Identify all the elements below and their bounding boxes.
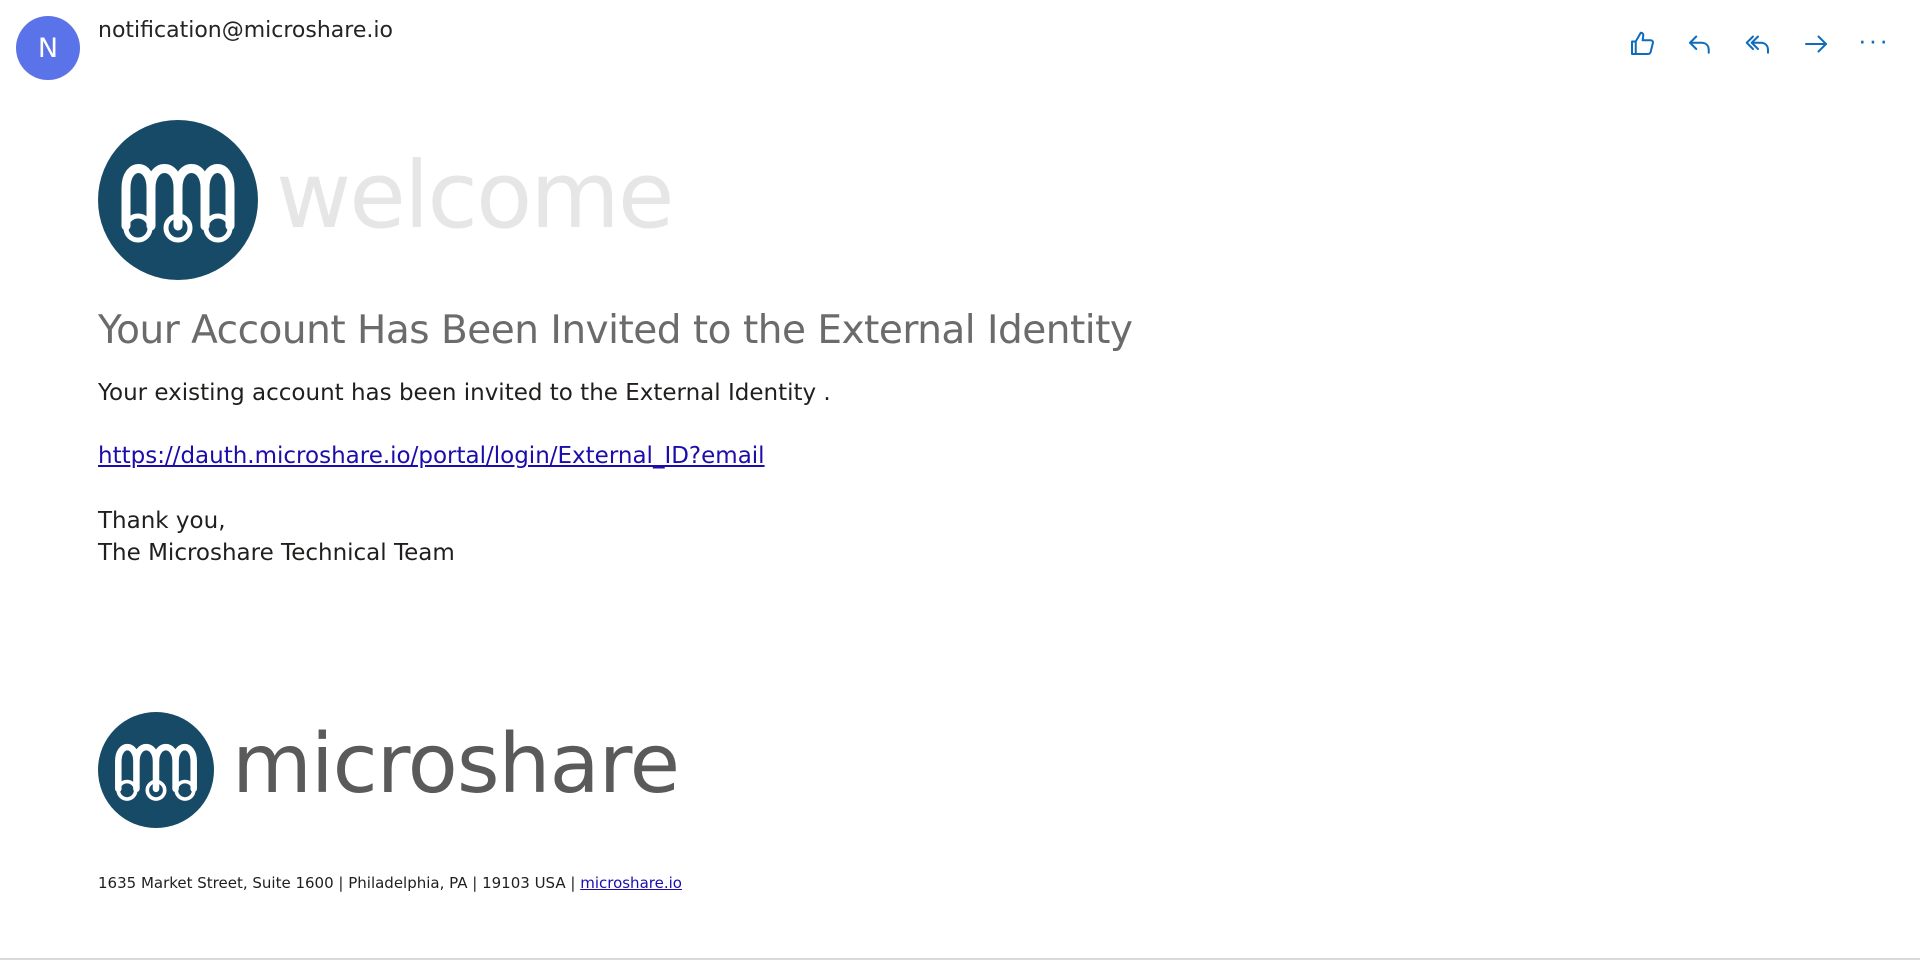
more-actions-button[interactable]: ··· xyxy=(1852,26,1896,62)
sender-email[interactable]: notification@microshare.io xyxy=(98,18,393,43)
avatar[interactable]: N xyxy=(16,16,80,80)
reply-all-icon xyxy=(1745,35,1769,54)
message-actions: ··· xyxy=(1620,26,1896,62)
footer-address: 1635 Market Street, Suite 1600 | Philade… xyxy=(98,874,682,892)
address-text: 1635 Market Street, Suite 1600 | Philade… xyxy=(98,874,581,892)
site-link[interactable]: microshare.io xyxy=(580,874,682,892)
divider xyxy=(0,958,1920,960)
forward-button[interactable] xyxy=(1794,26,1838,62)
footer-brand: microshare xyxy=(98,712,680,828)
invite-link[interactable]: https://dauth.microshare.io/portal/login… xyxy=(98,443,765,469)
reply-button[interactable] xyxy=(1678,26,1722,62)
like-button[interactable] xyxy=(1620,26,1664,62)
welcome-heading: welcome xyxy=(276,141,674,249)
reply-all-button[interactable] xyxy=(1736,26,1780,62)
forward-icon xyxy=(1805,35,1827,53)
like-icon xyxy=(1631,31,1654,55)
invite-text: Your existing account has been invited t… xyxy=(98,380,831,406)
microshare-logo-icon xyxy=(98,120,258,280)
email-title: Your Account Has Been Invited to the Ext… xyxy=(98,308,1133,353)
email-reading-pane: N notification@microshare.io ··· welcome… xyxy=(0,0,1920,962)
welcome-banner: welcome xyxy=(98,120,674,280)
signature-text: The Microshare Technical Team xyxy=(98,540,455,566)
reply-icon xyxy=(1689,35,1710,54)
brand-wordmark: microshare xyxy=(232,716,680,812)
closing-text: Thank you, xyxy=(98,508,226,534)
more-icon: ··· xyxy=(1858,25,1890,55)
microshare-logo-icon xyxy=(98,712,214,828)
sender-row: N notification@microshare.io xyxy=(16,16,393,80)
